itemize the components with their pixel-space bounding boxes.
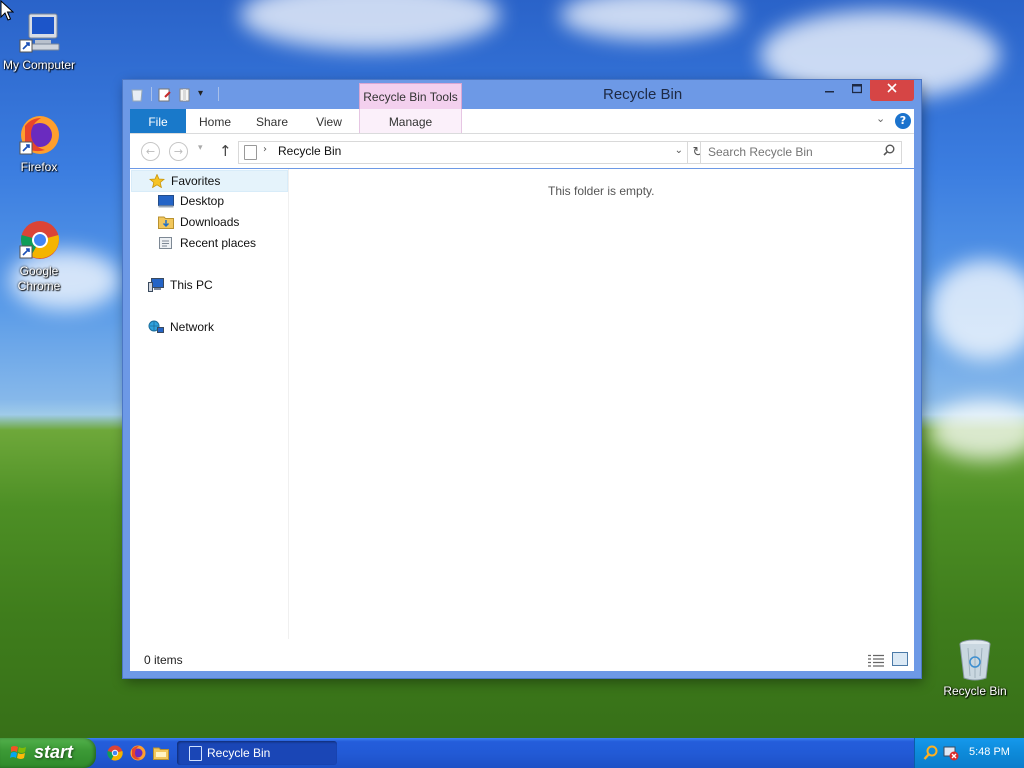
clock[interactable]: 5:48 PM xyxy=(969,746,1010,758)
desktop-icon-label: Recycle Bin xyxy=(943,684,1007,698)
status-bar: 0 items xyxy=(130,647,914,671)
system-tray: 5:48 PM xyxy=(914,738,1024,768)
breadcrumb-arrow-icon[interactable]: › xyxy=(263,144,267,155)
window-title: Recycle Bin xyxy=(603,86,683,103)
search-box[interactable] xyxy=(700,141,902,164)
cloud xyxy=(930,400,1024,460)
network-icon xyxy=(148,320,164,334)
file-explorer-icon[interactable] xyxy=(153,745,169,761)
properties-icon[interactable] xyxy=(158,87,172,102)
search-input[interactable] xyxy=(701,142,878,161)
taskbar: start Recycle Bin 5:48 PM xyxy=(0,738,1024,768)
taskbar-item-recycle-bin[interactable]: Recycle Bin xyxy=(177,741,337,765)
start-label: start xyxy=(34,742,74,762)
search-tray-icon[interactable] xyxy=(923,745,939,765)
nav-item-network[interactable]: Network xyxy=(148,317,268,337)
chrome-icon xyxy=(17,218,61,262)
close-icon xyxy=(887,83,897,93)
computer-icon xyxy=(148,278,164,292)
title-bar[interactable]: ▾ Recycle Bin Tools Recycle Bin xyxy=(123,80,921,110)
recycle-bin-small-icon xyxy=(131,87,145,102)
recent-locations-dropdown-icon[interactable]: ▾ xyxy=(198,143,203,153)
taskbar-item-label: Recycle Bin xyxy=(207,746,271,760)
nav-item-desktop[interactable]: Desktop xyxy=(158,191,278,211)
tab-manage[interactable]: Manage xyxy=(359,109,462,133)
firefox-icon[interactable] xyxy=(130,745,146,761)
recent-places-icon xyxy=(158,236,174,250)
downloads-folder-icon xyxy=(158,215,174,229)
cloud xyxy=(560,0,740,40)
tab-view[interactable]: View xyxy=(310,109,348,133)
nav-item-this-pc[interactable]: This PC xyxy=(148,275,268,295)
customize-qat-icon[interactable]: ▾ xyxy=(198,87,212,101)
maximize-button[interactable] xyxy=(845,80,869,101)
address-field[interactable]: › Recycle Bin ⌄ xyxy=(238,141,688,164)
nav-item-favorites[interactable]: Favorites xyxy=(131,170,288,192)
tab-home[interactable]: Home xyxy=(192,109,238,133)
cloud xyxy=(240,0,500,50)
nav-item-label: This PC xyxy=(170,278,213,292)
address-dropdown-icon[interactable]: ⌄ xyxy=(675,145,683,156)
desktop-icon-recycle-bin[interactable]: Recycle Bin xyxy=(933,638,1017,699)
nav-item-downloads[interactable]: Downloads xyxy=(158,212,278,232)
content-area: Favorites Desktop Downloads Recent place… xyxy=(130,169,914,647)
navigation-pane: Favorites Desktop Downloads Recent place… xyxy=(130,169,289,639)
chrome-icon[interactable] xyxy=(107,745,123,761)
explorer-window: ▾ Recycle Bin Tools Recycle Bin File Hom… xyxy=(123,80,921,678)
tab-share[interactable]: Share xyxy=(251,109,293,133)
close-button[interactable] xyxy=(870,80,914,101)
recycle-bin-small-icon xyxy=(244,145,257,160)
expand-ribbon-icon[interactable]: ⌄ xyxy=(876,112,885,125)
new-folder-icon[interactable] xyxy=(178,87,192,102)
context-tab-recycle-bin-tools: Recycle Bin Tools xyxy=(359,83,462,110)
details-view-icon[interactable] xyxy=(868,652,884,667)
nav-item-label: Recent places xyxy=(180,236,257,250)
nav-item-recent-places[interactable]: Recent places xyxy=(158,233,284,253)
desktop-icon-google-chrome[interactable]: Google Chrome xyxy=(0,218,81,294)
minimize-button[interactable] xyxy=(819,80,841,101)
desktop-icon xyxy=(158,194,174,208)
computer-icon xyxy=(17,12,61,56)
up-button[interactable]: ↑ xyxy=(219,142,232,160)
windows-flag-icon xyxy=(10,745,27,761)
minimize-icon xyxy=(825,91,834,93)
search-icon[interactable] xyxy=(883,144,895,159)
separator xyxy=(218,87,219,101)
large-icons-view-icon[interactable] xyxy=(892,652,908,666)
back-button[interactable]: ← xyxy=(141,142,160,161)
ribbon-tabs: File Home Share View Manage ⌄ ? xyxy=(130,109,914,134)
desktop-icon-label: Firefox xyxy=(20,160,58,174)
nav-item-label: Favorites xyxy=(171,174,221,188)
breadcrumb[interactable]: Recycle Bin xyxy=(278,144,341,158)
start-button[interactable]: start xyxy=(0,738,96,768)
desktop: My Computer Firefox Google Chrome Recycl… xyxy=(0,0,1024,768)
nav-item-label: Desktop xyxy=(180,194,225,208)
nav-item-label: Network xyxy=(170,320,215,334)
quick-access-toolbar: ▾ xyxy=(131,87,219,102)
item-count: 0 items xyxy=(144,653,183,667)
help-icon[interactable]: ? xyxy=(895,113,911,129)
forward-button[interactable]: → xyxy=(169,142,188,161)
network-warning-icon[interactable] xyxy=(943,745,959,765)
recycle-bin-icon xyxy=(953,638,997,682)
desktop-icon-firefox[interactable]: Firefox xyxy=(0,114,81,175)
desktop-icon-label: My Computer xyxy=(2,58,76,72)
tab-file[interactable]: File xyxy=(130,109,186,133)
address-bar: ← → ▾ ↑ › Recycle Bin ⌄ ↻ xyxy=(130,134,914,168)
maximize-icon xyxy=(851,83,863,94)
nav-item-label: Downloads xyxy=(180,215,240,229)
star-icon xyxy=(148,173,166,189)
firefox-icon xyxy=(17,114,61,158)
recycle-bin-small-icon xyxy=(189,746,202,761)
mouse-cursor-icon xyxy=(0,0,14,21)
cloud xyxy=(930,260,1024,360)
separator xyxy=(151,87,152,101)
desktop-icon-label: Google Chrome xyxy=(17,264,61,293)
empty-folder-message: This folder is empty. xyxy=(548,184,655,198)
